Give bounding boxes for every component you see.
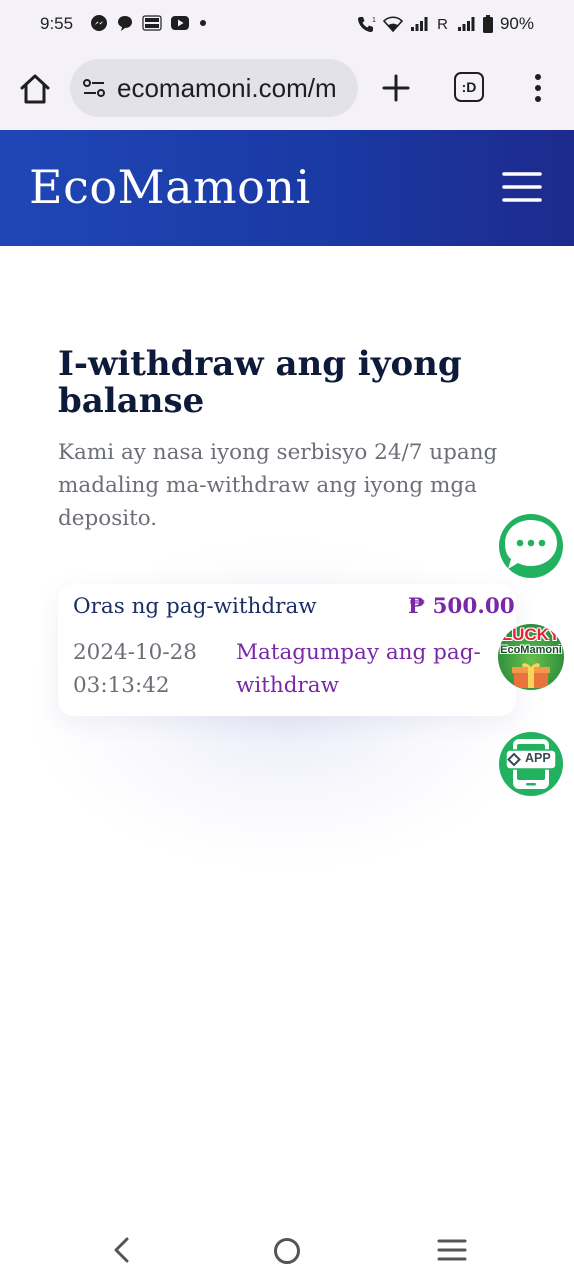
- withdraw-status: Matagumpay ang pag-withdraw: [236, 640, 481, 698]
- url-bar[interactable]: ecomamoni.com/m: [70, 59, 358, 117]
- youtube-icon: [170, 14, 190, 32]
- page-title: I-withdraw ang iyong balanse: [58, 344, 462, 421]
- system-status-icons: 1 R 90%: [357, 14, 534, 34]
- new-tab-icon[interactable]: [380, 72, 412, 104]
- signal-r-icon: [456, 15, 476, 33]
- withdraw-datetime: 2024-10-28 03:13:42: [73, 640, 197, 698]
- temu-icon: [142, 14, 162, 32]
- site-info-icon[interactable]: [82, 76, 106, 100]
- signal-icon: [409, 15, 429, 33]
- carrier-label: R: [437, 15, 448, 33]
- chat-support-icon[interactable]: [498, 512, 564, 580]
- hamburger-menu-icon[interactable]: [502, 170, 542, 204]
- download-app-button[interactable]: APP: [498, 730, 564, 798]
- site-logo[interactable]: EcoMamoni: [29, 160, 311, 214]
- app-label: APP: [525, 751, 551, 765]
- dot-icon: [198, 14, 208, 32]
- battery-icon: [482, 15, 494, 33]
- more-options-icon[interactable]: [526, 72, 550, 104]
- lucky-promo-button[interactable]: LUCKY EcoMamoni: [498, 624, 564, 690]
- system-nav-bar: [0, 1216, 574, 1280]
- wifi-icon: [383, 15, 404, 33]
- lucky-brand: EcoMamoni: [500, 644, 562, 656]
- browser-toolbar: ecomamoni.com/m :D: [0, 48, 574, 130]
- wifi-call-icon: 1: [357, 15, 377, 33]
- home-circle-icon[interactable]: [272, 1236, 302, 1266]
- page-subtitle: Kami ay nasa iyong serbisyo 24/7 upang m…: [58, 440, 498, 531]
- withdraw-record-card: Oras ng pag-withdraw ₱ 500.00 2024-10-28…: [58, 584, 516, 716]
- battery-percent: 90%: [499, 14, 534, 33]
- status-bar: 9:55 1 R 90%: [0, 0, 574, 48]
- withdraw-amount: ₱ 500.00: [408, 594, 515, 619]
- messenger-icon: [90, 14, 108, 32]
- withdraw-time-label: Oras ng pag-withdraw: [73, 594, 317, 619]
- status-time: 9:55: [40, 14, 74, 33]
- svg-text:1: 1: [372, 17, 376, 24]
- back-icon[interactable]: [110, 1236, 134, 1264]
- chat-bubble-icon: [116, 14, 134, 32]
- lucky-text: LUCKY: [501, 625, 561, 644]
- notification-icons: [90, 14, 208, 32]
- site-header: EcoMamoni: [0, 130, 574, 246]
- home-icon[interactable]: [18, 72, 52, 106]
- recent-apps-icon[interactable]: [436, 1238, 468, 1262]
- tab-switcher-icon[interactable]: :D: [454, 72, 484, 102]
- url-text: ecomamoni.com/m: [117, 73, 337, 103]
- gift-box-icon: [512, 662, 550, 688]
